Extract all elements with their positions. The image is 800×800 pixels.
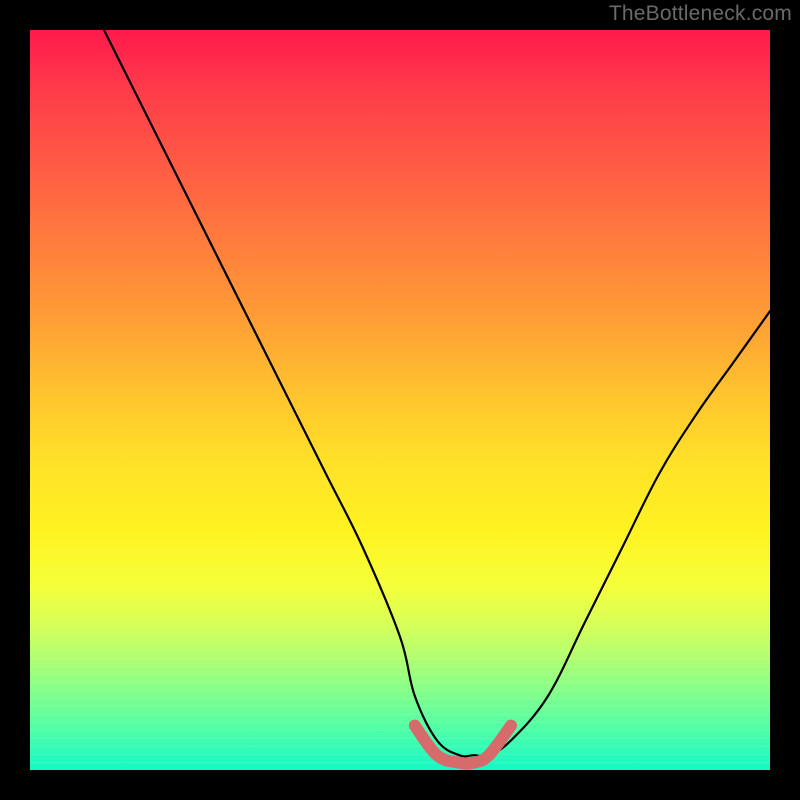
watermark-text: TheBottleneck.com (609, 2, 792, 26)
bottleneck-curve-svg (30, 30, 770, 770)
bottleneck-curve-path (104, 30, 770, 756)
chart-frame: TheBottleneck.com (0, 0, 800, 800)
chart-plot-area (30, 30, 770, 770)
optimal-range-path (415, 726, 511, 764)
